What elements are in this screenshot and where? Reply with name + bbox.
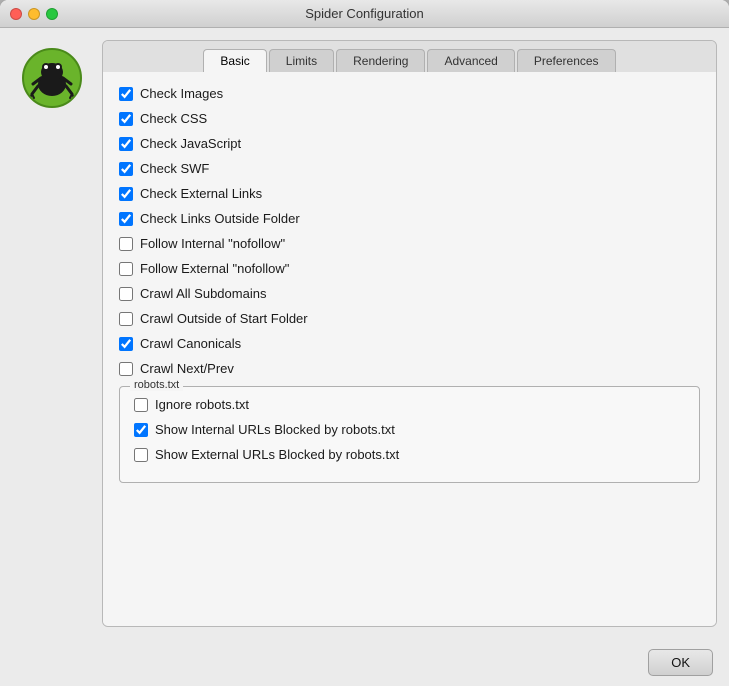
checkbox-row-show-external-blocked: Show External URLs Blocked by robots.txt (134, 447, 685, 462)
logo-area (12, 40, 92, 627)
label-check-javascript: Check JavaScript (140, 136, 241, 151)
checkbox-row-crawl-outside-start-folder: Crawl Outside of Start Folder (119, 311, 700, 326)
window-body: Basic Limits Rendering Advanced Preferen… (0, 28, 729, 639)
label-follow-external-nofollow: Follow External "nofollow" (140, 261, 289, 276)
checkbox-check-swf[interactable] (119, 162, 133, 176)
checkbox-ignore-robots[interactable] (134, 398, 148, 412)
checkbox-crawl-outside-start-folder[interactable] (119, 312, 133, 326)
checkbox-row-ignore-robots: Ignore robots.txt (134, 397, 685, 412)
checkbox-row-show-internal-blocked: Show Internal URLs Blocked by robots.txt (134, 422, 685, 437)
checkbox-row-check-javascript: Check JavaScript (119, 136, 700, 151)
checkbox-check-external-links[interactable] (119, 187, 133, 201)
close-button[interactable] (10, 8, 22, 20)
label-ignore-robots: Ignore robots.txt (155, 397, 249, 412)
label-check-css: Check CSS (140, 111, 207, 126)
checkbox-follow-external-nofollow[interactable] (119, 262, 133, 276)
checkbox-row-crawl-next-prev: Crawl Next/Prev (119, 361, 700, 376)
checkbox-show-external-blocked[interactable] (134, 448, 148, 462)
tab-content-basic: Check Images Check CSS Check JavaScript … (103, 72, 716, 626)
tab-advanced[interactable]: Advanced (427, 49, 514, 72)
checkbox-row-check-images: Check Images (119, 86, 700, 101)
checkbox-check-links-outside-folder[interactable] (119, 212, 133, 226)
label-crawl-outside-start-folder: Crawl Outside of Start Folder (140, 311, 308, 326)
checkbox-crawl-canonicals[interactable] (119, 337, 133, 351)
window-title: Spider Configuration (305, 6, 424, 21)
checkbox-crawl-all-subdomains[interactable] (119, 287, 133, 301)
traffic-lights (10, 8, 58, 20)
checkbox-row-check-links-outside-folder: Check Links Outside Folder (119, 211, 700, 226)
label-show-external-blocked: Show External URLs Blocked by robots.txt (155, 447, 399, 462)
robots-group: robots.txt Ignore robots.txt Show Intern… (119, 386, 700, 483)
minimize-button[interactable] (28, 8, 40, 20)
ok-button[interactable]: OK (648, 649, 713, 676)
title-bar: Spider Configuration (0, 0, 729, 28)
label-crawl-canonicals: Crawl Canonicals (140, 336, 241, 351)
checkbox-row-check-external-links: Check External Links (119, 186, 700, 201)
robots-group-legend: robots.txt (130, 379, 183, 391)
checkbox-row-check-css: Check CSS (119, 111, 700, 126)
label-crawl-next-prev: Crawl Next/Prev (140, 361, 234, 376)
frog-icon (28, 54, 76, 102)
tab-preferences[interactable]: Preferences (517, 49, 616, 72)
content-area: Basic Limits Rendering Advanced Preferen… (102, 40, 717, 627)
checkbox-check-css[interactable] (119, 112, 133, 126)
app-logo (22, 48, 82, 108)
tab-bar: Basic Limits Rendering Advanced Preferen… (103, 41, 716, 72)
checkbox-check-javascript[interactable] (119, 137, 133, 151)
footer: OK (0, 639, 729, 686)
tab-limits[interactable]: Limits (269, 49, 334, 72)
label-show-internal-blocked: Show Internal URLs Blocked by robots.txt (155, 422, 395, 437)
main-window: Spider Configuration (0, 0, 729, 686)
label-check-swf: Check SWF (140, 161, 209, 176)
label-check-links-outside-folder: Check Links Outside Folder (140, 211, 300, 226)
label-check-external-links: Check External Links (140, 186, 262, 201)
checkbox-row-check-swf: Check SWF (119, 161, 700, 176)
checkbox-row-crawl-all-subdomains: Crawl All Subdomains (119, 286, 700, 301)
maximize-button[interactable] (46, 8, 58, 20)
checkbox-check-images[interactable] (119, 87, 133, 101)
checkbox-row-follow-external-nofollow: Follow External "nofollow" (119, 261, 700, 276)
checkbox-show-internal-blocked[interactable] (134, 423, 148, 437)
label-crawl-all-subdomains: Crawl All Subdomains (140, 286, 266, 301)
checkbox-row-crawl-canonicals: Crawl Canonicals (119, 336, 700, 351)
tab-basic[interactable]: Basic (203, 49, 266, 72)
checkbox-follow-internal-nofollow[interactable] (119, 237, 133, 251)
checkbox-row-follow-internal-nofollow: Follow Internal "nofollow" (119, 236, 700, 251)
label-follow-internal-nofollow: Follow Internal "nofollow" (140, 236, 285, 251)
checkbox-crawl-next-prev[interactable] (119, 362, 133, 376)
label-check-images: Check Images (140, 86, 223, 101)
tab-rendering[interactable]: Rendering (336, 49, 425, 72)
